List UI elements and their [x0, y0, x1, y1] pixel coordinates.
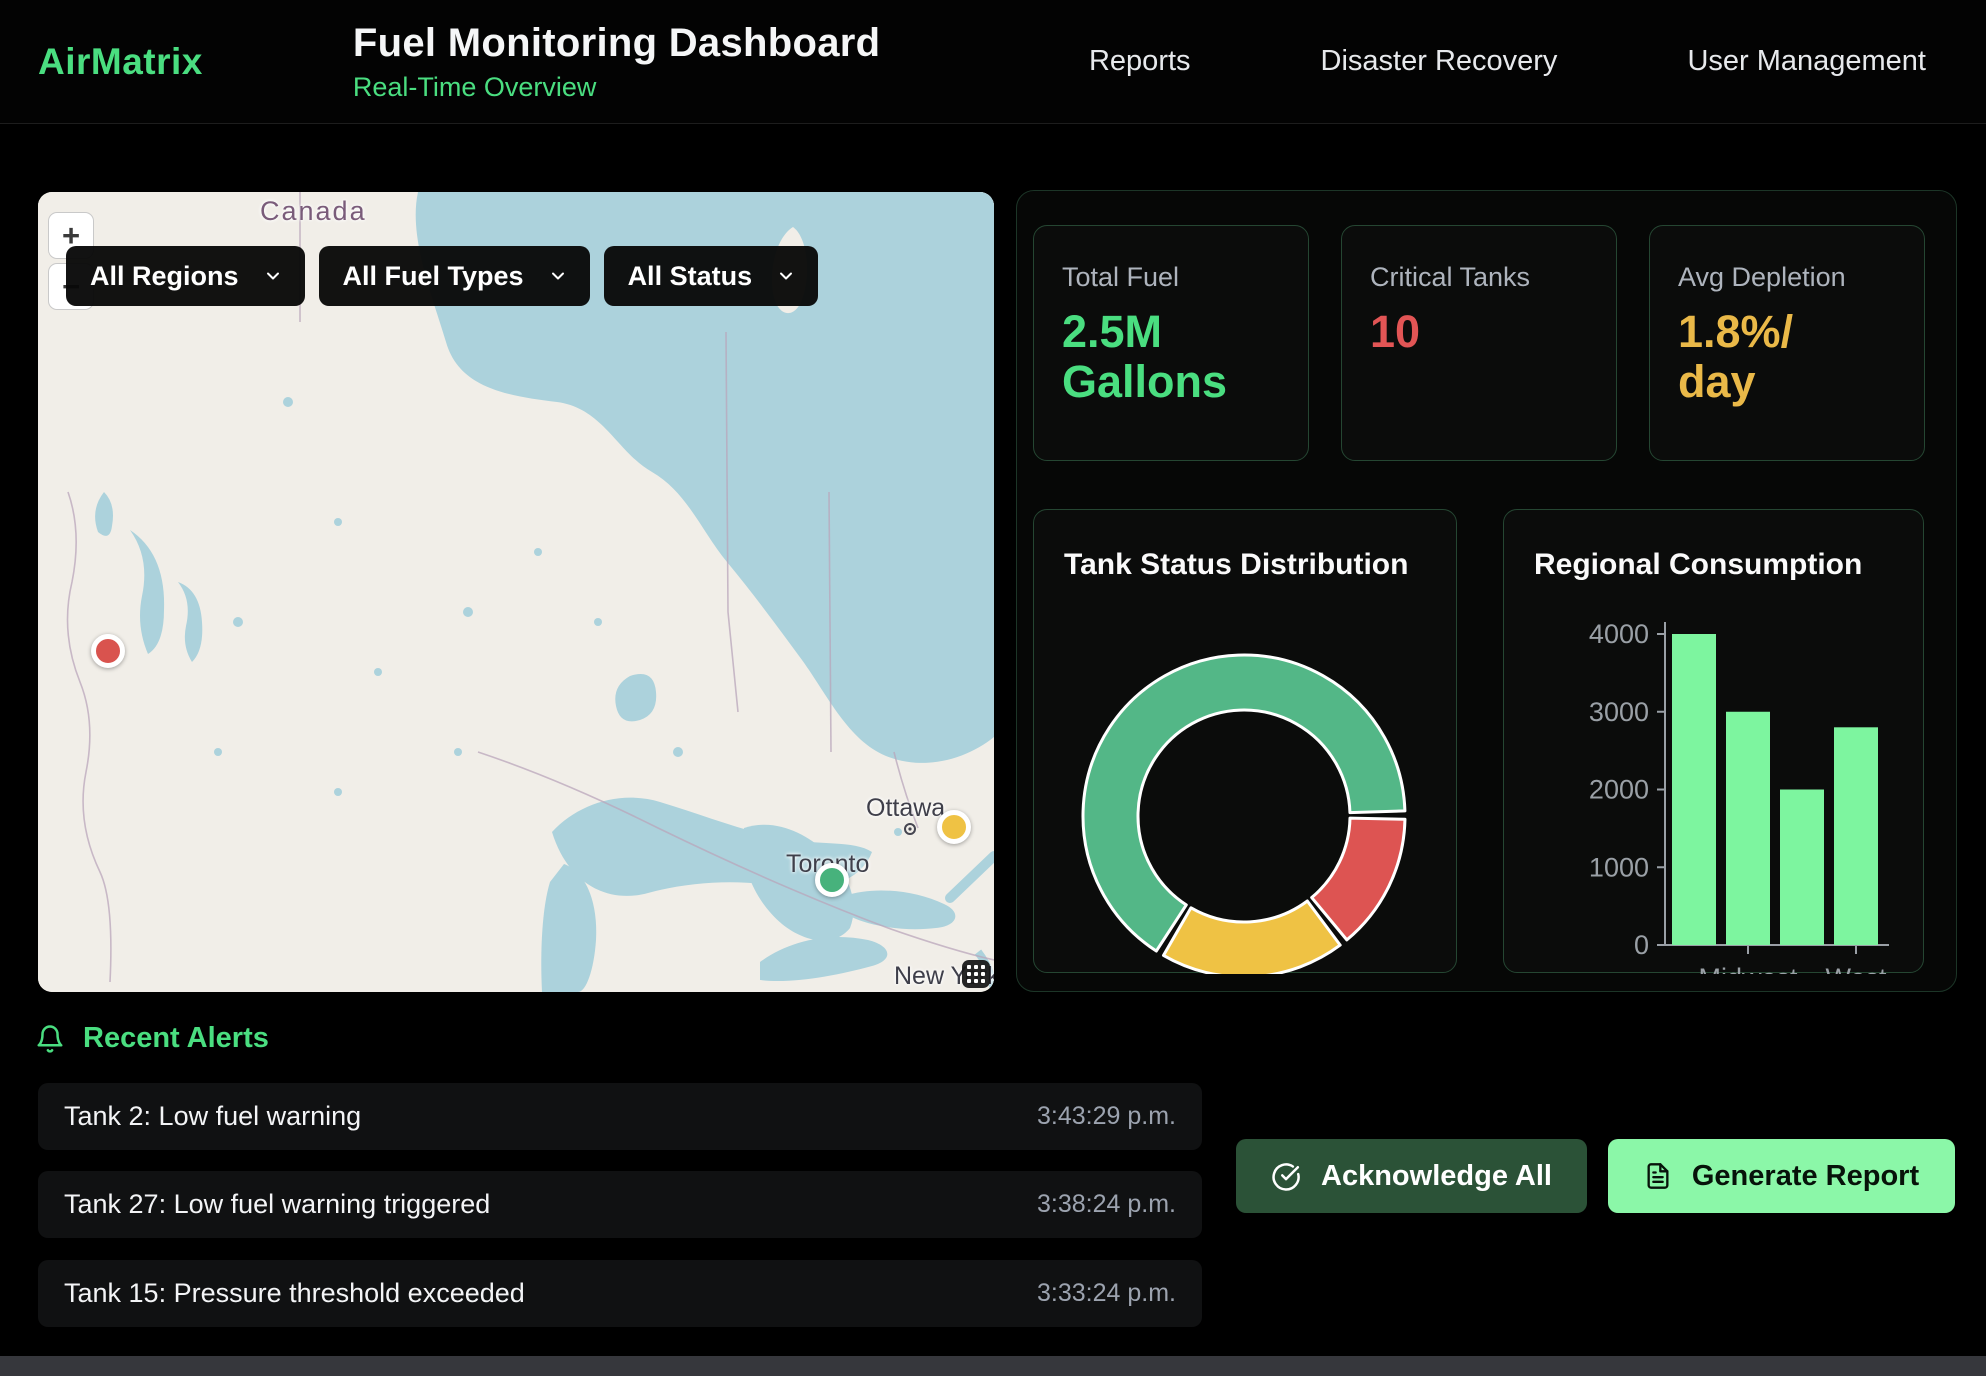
stat-value-line2: day: [1678, 357, 1896, 407]
region-filter-value: All Regions: [90, 261, 239, 292]
tank-marker-normal[interactable]: [815, 863, 849, 897]
alert-message: Tank 15: Pressure threshold exceeded: [64, 1278, 525, 1309]
chart-title: Tank Status Distribution: [1064, 548, 1408, 582]
map-canvas[interactable]: Canada Ottawa Toronto New York + − All R…: [38, 192, 994, 992]
brand-logo[interactable]: AirMatrix: [38, 41, 203, 83]
bar-region-3[interactable]: [1780, 790, 1824, 946]
page-subtitle: Real-Time Overview: [353, 72, 880, 103]
document-icon: [1644, 1161, 1672, 1191]
y-tick-label: 2000: [1589, 775, 1649, 805]
alert-time: 3:33:24 p.m.: [1037, 1279, 1176, 1308]
status-filter-value: All Status: [628, 261, 753, 292]
chevron-down-icon: [265, 268, 281, 284]
bottom-bar: [0, 1356, 1986, 1376]
y-tick-label: 3000: [1589, 697, 1649, 727]
bar-region-1[interactable]: [1672, 634, 1716, 945]
chevron-down-icon: [778, 268, 794, 284]
stat-card-avg-depletion: Avg Depletion 1.8%/ day: [1649, 225, 1925, 461]
alerts-title: Recent Alerts: [83, 1022, 269, 1055]
nav-item-user-management[interactable]: User Management: [1687, 45, 1926, 78]
donut-segment-critical[interactable]: [1312, 818, 1405, 940]
bar-Midwest[interactable]: [1726, 712, 1770, 945]
generate-report-button[interactable]: Generate Report: [1608, 1139, 1955, 1213]
generate-report-label: Generate Report: [1692, 1160, 1919, 1193]
stat-value: 10: [1370, 307, 1588, 357]
stat-label: Total Fuel: [1062, 262, 1280, 293]
stat-value-line2: Gallons: [1062, 357, 1280, 407]
region-filter-select[interactable]: All Regions: [66, 246, 305, 306]
acknowledge-all-button[interactable]: Acknowledge All: [1236, 1139, 1587, 1213]
x-tick-label: West: [1825, 963, 1887, 974]
app-header: AirMatrix Fuel Monitoring Dashboard Real…: [0, 0, 1986, 124]
page-title: Fuel Monitoring Dashboard: [353, 21, 880, 66]
stat-label: Avg Depletion: [1678, 262, 1896, 293]
y-tick-label: 4000: [1589, 619, 1649, 649]
y-tick-label: 1000: [1589, 852, 1649, 882]
stat-value: 1.8%/: [1678, 307, 1896, 357]
map-filters: All Regions All Fuel Types All Status: [66, 246, 818, 306]
fuel-type-filter-value: All Fuel Types: [343, 261, 524, 292]
tank-marker-critical[interactable]: [91, 634, 125, 668]
stat-card-critical-tanks: Critical Tanks 10: [1341, 225, 1617, 461]
alert-time: 3:43:29 p.m.: [1037, 1102, 1176, 1131]
bell-icon: [35, 1023, 65, 1055]
chevron-down-icon: [550, 268, 566, 284]
stat-label: Critical Tanks: [1370, 262, 1588, 293]
alert-time: 3:38:24 p.m.: [1037, 1190, 1176, 1219]
metrics-panel: Total Fuel 2.5M Gallons Critical Tanks 1…: [1016, 190, 1957, 992]
alert-row[interactable]: Tank 27: Low fuel warning triggered 3:38…: [38, 1171, 1202, 1238]
alert-message: Tank 2: Low fuel warning: [64, 1101, 361, 1132]
x-tick-label: Midwest: [1698, 963, 1798, 974]
nav-item-reports[interactable]: Reports: [1089, 45, 1191, 78]
status-filter-select[interactable]: All Status: [604, 246, 819, 306]
stat-card-total-fuel: Total Fuel 2.5M Gallons: [1033, 225, 1309, 461]
regional-consumption-chart-card: Regional Consumption 0 1000 2000 3000 4000 Mi…: [1503, 509, 1924, 973]
alert-row[interactable]: Tank 15: Pressure threshold exceeded 3:3…: [38, 1260, 1202, 1327]
resize-grip-icon[interactable]: [962, 960, 990, 988]
stat-value: 2.5M: [1062, 307, 1280, 357]
y-tick-label: 0: [1634, 930, 1649, 960]
donut-segment-warning[interactable]: [1164, 901, 1341, 974]
tank-status-chart-card: Tank Status Distribution: [1033, 509, 1457, 973]
alert-row[interactable]: Tank 2: Low fuel warning 3:43:29 p.m.: [38, 1083, 1202, 1150]
map-markers: [38, 192, 994, 992]
title-block: Fuel Monitoring Dashboard Real-Time Over…: [353, 21, 880, 103]
alerts-header: Recent Alerts: [35, 1022, 269, 1055]
fuel-type-filter-select[interactable]: All Fuel Types: [319, 246, 590, 306]
chart-title: Regional Consumption: [1534, 548, 1862, 582]
acknowledge-all-label: Acknowledge All: [1321, 1160, 1552, 1193]
main-nav: Reports Disaster Recovery User Managemen…: [1089, 45, 1986, 78]
tank-marker-warning[interactable]: [937, 810, 971, 844]
nav-item-disaster-recovery[interactable]: Disaster Recovery: [1321, 45, 1558, 78]
check-circle-icon: [1271, 1161, 1301, 1191]
alert-message: Tank 27: Low fuel warning triggered: [64, 1189, 490, 1220]
bar-West[interactable]: [1834, 727, 1878, 945]
